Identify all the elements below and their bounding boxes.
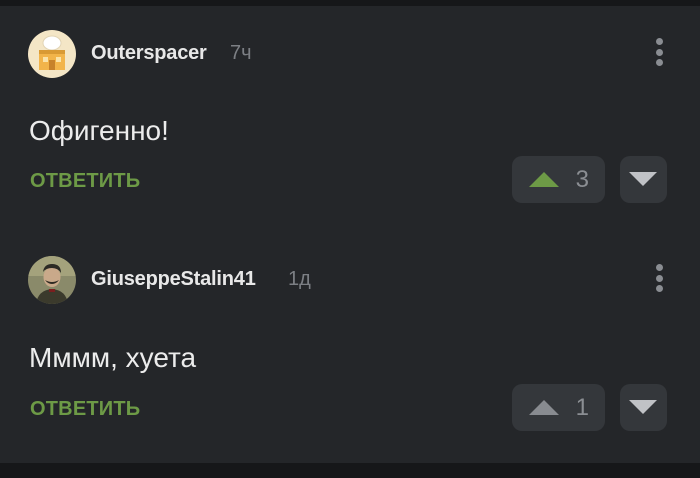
downvote-button[interactable] — [620, 156, 667, 203]
comment-time: 1д — [288, 268, 311, 290]
arrow-up-icon — [529, 400, 559, 415]
comment-author[interactable]: GiuseppeStalin41 — [91, 266, 256, 292]
comment: GiuseppeStalin41 1д Мммм, хуета ОТВЕТИТЬ… — [0, 234, 700, 462]
comment-time: 7ч — [230, 42, 252, 64]
downvote-button[interactable] — [620, 384, 667, 431]
comment-text: Офигенно! — [29, 115, 169, 146]
building-avatar-icon — [28, 30, 76, 78]
arrow-down-icon — [629, 400, 657, 414]
upvote-button[interactable]: 1 — [512, 384, 605, 431]
user-avatar[interactable] — [28, 30, 76, 78]
reply-button[interactable]: ОТВЕТИТЬ — [30, 396, 140, 422]
more-options-icon[interactable] — [648, 34, 670, 70]
comment-author[interactable]: Outerspacer — [91, 40, 207, 66]
bottom-divider — [0, 463, 700, 478]
rating-count: 1 — [575, 394, 589, 421]
portrait-avatar-icon — [28, 256, 76, 304]
arrow-down-icon — [629, 172, 657, 186]
more-options-icon[interactable] — [648, 260, 670, 296]
upvote-button[interactable]: 3 — [512, 156, 605, 203]
reply-button[interactable]: ОТВЕТИТЬ — [30, 168, 140, 194]
arrow-up-icon — [529, 172, 559, 187]
rating-count: 3 — [575, 166, 589, 193]
comment-text: Мммм, хуета — [29, 342, 197, 373]
user-avatar[interactable] — [28, 256, 76, 304]
comment: Outerspacer 7ч Офигенно! ОТВЕТИТЬ 3 — [0, 6, 700, 234]
